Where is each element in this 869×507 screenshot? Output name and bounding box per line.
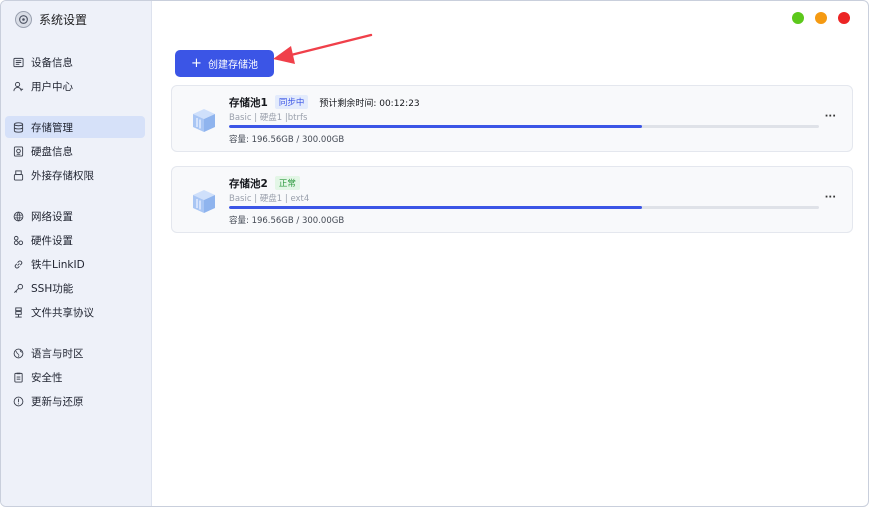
plus-icon: +: [191, 56, 202, 71]
storage-icon: [13, 121, 24, 133]
sidebar-item-hardware[interactable]: 硬件设置: [5, 229, 145, 251]
sidebar-item-label: 设备信息: [31, 56, 73, 69]
device-info-icon: [13, 57, 24, 68]
user-icon: [13, 81, 24, 92]
sidebar-item-label: 存储管理: [31, 121, 73, 134]
storage-pool-icon: [193, 109, 215, 132]
pool-title-row: 存储池1 同步中 预计剩余时间: 00:12:23: [229, 94, 420, 110]
sidebar-item-linkid[interactable]: 铁牛LinkID: [5, 253, 145, 275]
create-storage-pool-label: 创建存储池: [207, 60, 258, 71]
pool-meta: Basic | 硬盘1 |btrfs: [229, 113, 308, 123]
pool-title-row: 存储池2 正常: [229, 175, 300, 191]
sidebar-item-label: 安全性: [31, 371, 63, 384]
pool-usage-fill: [229, 125, 642, 128]
sidebar-item-storage-management[interactable]: 存储管理: [5, 116, 145, 138]
app-logo-icon: [15, 10, 32, 28]
hardware-icon: [13, 235, 24, 246]
file-share-icon: [13, 306, 24, 318]
pool-name: 存储池1: [229, 96, 268, 109]
sidebar-item-user-center[interactable]: 用户中心: [5, 75, 145, 97]
settings-window: 系统设置 设备信息 用户中心 存储管理 硬盘信息 外接存储权限 网络设置 硬件设…: [0, 0, 869, 507]
sidebar-item-network[interactable]: 网络设置: [5, 205, 145, 227]
sidebar-item-label: 网络设置: [31, 210, 73, 223]
annotation-arrow-icon: [273, 33, 373, 64]
pool-name: 存储池2: [229, 177, 268, 190]
window-control-red[interactable]: [838, 12, 850, 24]
sidebar-item-file-share[interactable]: 文件共享协议: [5, 301, 145, 323]
sidebar-item-language-timezone[interactable]: 语言与时区: [5, 342, 145, 364]
external-storage-icon: [13, 169, 24, 181]
sidebar-item-device-info[interactable]: 设备信息: [5, 51, 145, 73]
sidebar-item-label: 外接存储权限: [31, 169, 94, 182]
remaining-time: 预计剩余时间: 00:12:23: [319, 98, 420, 109]
pool-meta: Basic | 硬盘1 | ext4: [229, 194, 310, 204]
sidebar-item-disk-info[interactable]: 硬盘信息: [5, 140, 145, 162]
sidebar-item-label: 硬盘信息: [31, 145, 73, 158]
sidebar-item-external-storage[interactable]: 外接存储权限: [5, 164, 145, 186]
key-icon: [13, 283, 24, 294]
pool-capacity: 容量: 196.56GB / 300.00GB: [229, 135, 345, 145]
storage-pool-icon: [193, 190, 215, 213]
pool-usage-bar: [229, 125, 819, 128]
sidebar: 系统设置 设备信息 用户中心 存储管理 硬盘信息 外接存储权限 网络设置 硬件设…: [1, 1, 152, 506]
storage-pool-card[interactable]: 存储池1 同步中 预计剩余时间: 00:12:23 Basic | 硬盘1 |b…: [171, 85, 853, 152]
create-storage-pool-button[interactable]: + 创建存储池: [175, 50, 274, 77]
link-icon: [13, 259, 24, 270]
sidebar-item-label: 铁牛LinkID: [31, 258, 85, 271]
app-header: 系统设置: [15, 10, 87, 28]
app-title: 系统设置: [39, 12, 88, 27]
sidebar-item-label: 用户中心: [31, 80, 73, 93]
more-options-button[interactable]: ···: [825, 192, 836, 203]
window-control-green[interactable]: [792, 12, 804, 24]
more-options-button[interactable]: ···: [825, 111, 836, 122]
sidebar-item-update-restore[interactable]: 更新与还原: [5, 390, 145, 412]
security-icon: [13, 372, 24, 383]
update-icon: [13, 396, 24, 407]
sidebar-item-label: SSH功能: [31, 282, 74, 295]
sidebar-item-security[interactable]: 安全性: [5, 366, 145, 388]
pool-usage-bar: [229, 206, 819, 209]
network-icon: [13, 211, 24, 222]
window-control-orange[interactable]: [815, 12, 827, 24]
disk-icon: [13, 145, 24, 157]
storage-pool-card[interactable]: 存储池2 正常 Basic | 硬盘1 | ext4 容量: 196.56GB …: [171, 166, 853, 233]
pool-capacity: 容量: 196.56GB / 300.00GB: [229, 216, 345, 226]
sidebar-item-label: 硬件设置: [31, 234, 73, 247]
sidebar-item-label: 更新与还原: [31, 395, 84, 408]
sidebar-item-ssh[interactable]: SSH功能: [5, 277, 145, 299]
pool-usage-fill: [229, 206, 642, 209]
status-badge: 同步中: [274, 95, 309, 109]
sidebar-item-label: 文件共享协议: [31, 306, 94, 319]
sidebar-item-label: 语言与时区: [31, 347, 84, 360]
globe-icon: [13, 348, 24, 359]
status-badge: 正常: [274, 176, 300, 190]
